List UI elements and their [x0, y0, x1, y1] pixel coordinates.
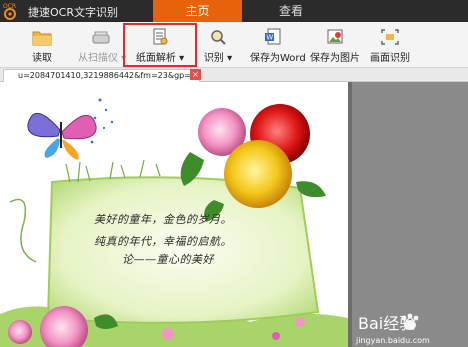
- watermark-brand: Bai经验: [358, 314, 415, 333]
- app-logo: OCR: [2, 1, 22, 21]
- tab-view[interactable]: 查看: [258, 0, 324, 22]
- image-text-line2: 纯真的年代，幸福的启航。: [94, 235, 232, 248]
- watermark-logo: Bai经验: [350, 311, 468, 335]
- folder-icon: [32, 31, 52, 46]
- close-tab-icon[interactable]: ×: [190, 69, 201, 80]
- screen-capture-icon: [381, 29, 399, 45]
- read-label: 读取: [32, 53, 52, 64]
- image-text-line3: 论——童心的美好: [122, 253, 214, 266]
- scan-button[interactable]: 从扫描仪 ▾: [78, 22, 127, 68]
- tab-home[interactable]: 主页: [153, 0, 242, 22]
- svg-text:W: W: [266, 34, 273, 42]
- word-icon: W: [265, 28, 281, 45]
- recognize-button[interactable]: 识别 ▾: [200, 22, 236, 68]
- document-tab[interactable]: u=2084701410,3219886442&fm=23&gp=0.jpg: [3, 69, 200, 82]
- document-canvas: 美好的童年，金色的岁月。 纯真的年代，幸福的启航。 论——童心的美好: [0, 82, 348, 347]
- save-word-button[interactable]: W 保存为Word: [250, 22, 306, 68]
- layout-analysis-highlight: [123, 23, 197, 67]
- scan-label: 从扫描仪 ▾: [78, 53, 127, 64]
- area-recognize-label: 画面识别: [370, 53, 410, 64]
- recognize-label: 识别 ▾: [203, 53, 233, 64]
- document-tab-bar: u=2084701410,3219886442&fm=23&gp=0.jpg: [0, 68, 468, 82]
- title-bar: OCR 捷速OCR文字识别 主页 查看: [0, 0, 468, 22]
- image-save-icon: [327, 29, 343, 44]
- panel-divider: [348, 82, 352, 347]
- area-recognize-button[interactable]: 画面识别: [370, 22, 410, 68]
- toolbar: 读取 从扫描仪 ▾ 纸面解析 ▾ 识别 ▾ W 保存为Word 保存为图片 画面…: [0, 22, 468, 68]
- image-text-line1: 美好的童年，金色的岁月。: [94, 213, 232, 226]
- app-title: 捷速OCR文字识别: [28, 6, 118, 19]
- right-panel: [348, 82, 468, 347]
- magnifier-icon: [211, 30, 226, 45]
- save-image-label: 保存为图片: [310, 53, 360, 64]
- save-word-label: 保存为Word: [250, 53, 306, 64]
- scanner-icon: [92, 31, 110, 44]
- save-image-button[interactable]: 保存为图片: [308, 22, 362, 68]
- watermark-url: jingyan.baidu.com: [356, 336, 430, 345]
- document-tab-label: u=2084701410,3219886442&fm=23&gp=0.jpg: [18, 71, 200, 80]
- read-button[interactable]: 读取: [22, 22, 62, 68]
